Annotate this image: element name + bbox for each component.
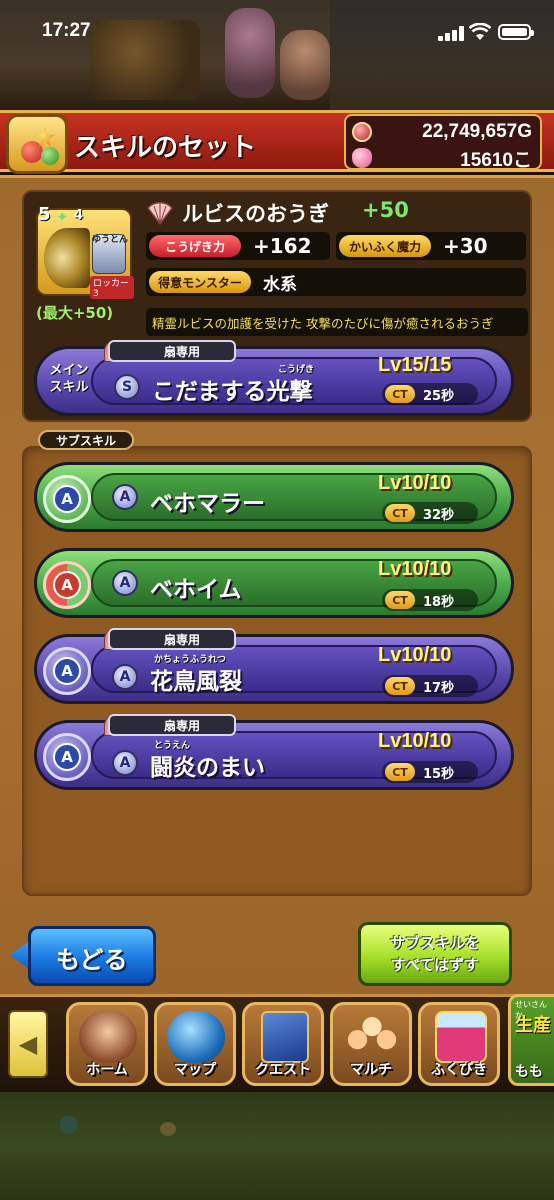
remove-label-line1: サブスキルを <box>389 934 480 952</box>
character-role: ロッカー3 <box>90 276 134 299</box>
attack-label: こうげき力 <box>149 235 241 257</box>
nav-multi[interactable]: マルチ <box>330 1002 412 1086</box>
nav-map-label: マップ <box>174 1062 216 1078</box>
home-icon <box>79 1011 137 1063</box>
sub-skill-level-2: Lv10/10 <box>378 558 452 580</box>
fan-icon <box>147 201 173 226</box>
monster-label: 得意モンスター <box>149 271 251 293</box>
heal-value: +30 <box>443 234 488 258</box>
slot-a-icon: A <box>43 475 91 523</box>
slot-a-icon: A <box>43 561 91 609</box>
skill-type-a-icon: A <box>112 750 138 776</box>
quest-icon <box>261 1011 309 1063</box>
sub-skill-name-1: ベホマラー <box>150 491 265 517</box>
skill-set-icon <box>6 114 68 174</box>
wifi-icon <box>469 23 491 40</box>
gold-coin-icon <box>352 122 372 142</box>
gold-amount: 22,749,657G <box>422 121 532 142</box>
skill-type-a-icon: A <box>112 484 138 510</box>
back-button[interactable]: もどる <box>10 924 156 986</box>
attack-stat: こうげき力 +162 <box>146 232 330 260</box>
page-title: スキルのセット <box>74 133 257 163</box>
nav-home-label: ホーム <box>86 1062 128 1078</box>
sub-skill-name-4: 闘炎のまい <box>150 755 265 781</box>
status-bar: 17:27 <box>0 0 554 64</box>
nav-quest[interactable]: クエスト <box>242 1002 324 1086</box>
sub-skill-ct-2: CT 18秒 <box>382 589 478 611</box>
fan-only-tag: 扇専用 <box>108 628 236 650</box>
weapon-name: ルビスのおうぎ <box>182 202 329 226</box>
nav-production[interactable]: せいさんか 生産 もも <box>508 994 554 1086</box>
nav-scroll-left-icon[interactable]: ◀ <box>8 1010 48 1078</box>
sub-skill-level-1: Lv10/10 <box>378 472 452 494</box>
main-skill-label: メイン スキル <box>49 363 89 395</box>
weapon-description: 精霊ルビスの加護を受けた 攻撃のたびに傷が癒されるおうぎ <box>146 308 528 336</box>
heal-label: かいふく魔力 <box>339 235 431 257</box>
weapon-plus: +50 <box>362 198 409 222</box>
slot-a-icon: A <box>43 733 91 781</box>
ct-label: CT <box>385 385 415 403</box>
heal-stat: かいふく魔力 +30 <box>336 232 526 260</box>
gem-icon <box>352 148 372 168</box>
fan-only-tag: 扇専用 <box>108 340 236 362</box>
status-time: 17:27 <box>42 20 91 41</box>
nav-lottery[interactable]: ふくびき <box>418 1002 500 1086</box>
sub-skill-name-2: ベホイム <box>150 577 242 603</box>
nav-quest-label: クエスト <box>255 1062 311 1078</box>
sub-skill-ct-4: CT 15秒 <box>382 761 478 783</box>
nav-lottery-label: ふくびき <box>431 1062 487 1078</box>
star-level: 5 <box>38 204 51 225</box>
main-skill-level: Lv15/15 <box>378 354 452 376</box>
monster-value: 水系 <box>263 274 297 295</box>
attack-value: +162 <box>253 234 312 258</box>
nav-production-label: もも <box>515 1064 543 1080</box>
fan-only-tag: 扇専用 <box>108 714 236 736</box>
nav-production-title: 生産 <box>515 1015 551 1036</box>
back-label: もどる <box>56 946 128 974</box>
map-icon <box>167 1011 225 1063</box>
sub-skill-ct-1: CT 32秒 <box>382 502 478 524</box>
monster-stat: 得意モンスター 水系 <box>146 268 526 296</box>
sub-skill-ct-3: CT 17秒 <box>382 675 478 697</box>
max-bonus: (最大+50) <box>36 304 114 322</box>
main-skill-ct: CT 25秒 <box>382 383 478 405</box>
bottom-scene <box>0 1092 554 1200</box>
remove-label-line2: すべてはずす <box>390 956 480 974</box>
skill-type-a-icon: A <box>112 570 138 596</box>
cellular-signal-icon <box>438 25 464 41</box>
sparkle-icon: ✦ <box>56 208 69 226</box>
main-skill-name: こだまする光撃 <box>152 379 313 405</box>
nav-map[interactable]: マップ <box>154 1002 236 1086</box>
skill-type-s-icon: S <box>114 374 140 400</box>
sub-skill-level-3: Lv10/10 <box>378 644 452 666</box>
ct-value: 25秒 <box>423 388 455 404</box>
slot-a-icon: A <box>43 647 91 695</box>
gem-amount: 15610こ <box>460 149 532 171</box>
fan-weapon-icon <box>44 228 90 288</box>
multi-icon <box>343 1011 401 1063</box>
sub-skill-label: サブスキル <box>38 430 134 450</box>
sub-skill-name-3: 花鳥風裂 <box>150 669 242 695</box>
star-plus: 4 <box>74 208 84 223</box>
remove-all-sub-skills-button[interactable]: サブスキルを すべてはずす <box>358 922 512 986</box>
lottery-icon <box>435 1011 487 1063</box>
nav-multi-label: マルチ <box>350 1062 392 1078</box>
weapon-avatar[interactable]: 5 ✦ 4 ゆうとん ロッカー3 <box>36 204 134 299</box>
character-name: ゆうとん <box>92 235 129 245</box>
battery-icon <box>498 24 534 40</box>
nav-home[interactable]: ホーム <box>66 1002 148 1086</box>
sub-skill-level-4: Lv10/10 <box>378 730 452 752</box>
currency-panel: 22,749,657G 15610こ <box>344 114 542 171</box>
skill-type-a-icon: A <box>112 664 138 690</box>
